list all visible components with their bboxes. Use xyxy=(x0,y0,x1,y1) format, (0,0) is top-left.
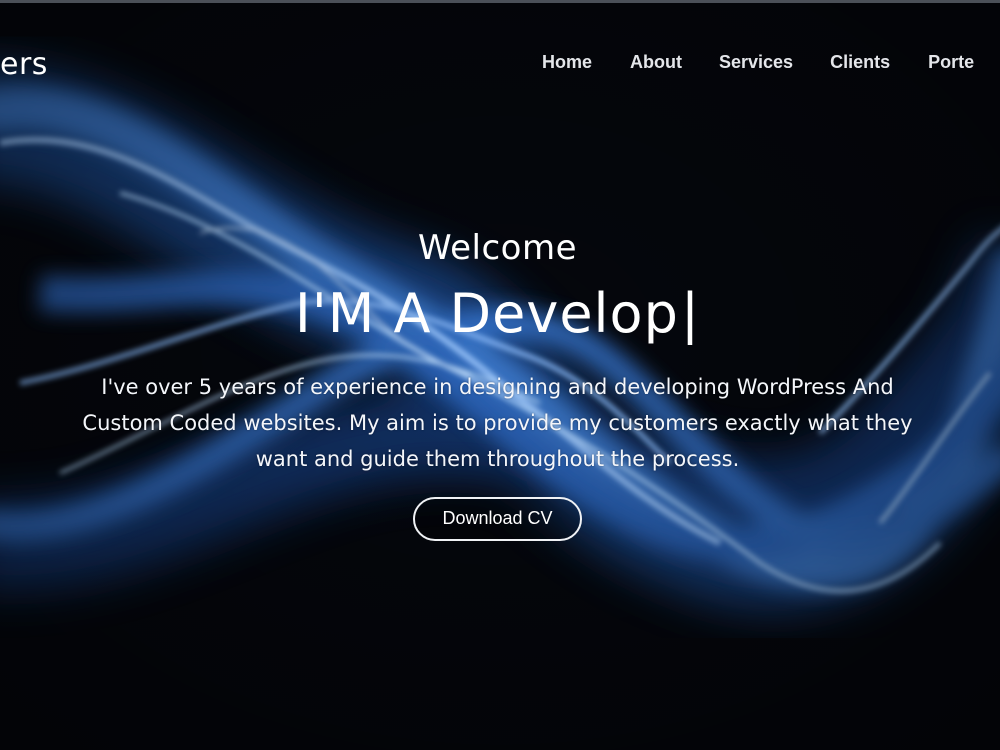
site-logo-text[interactable]: ers xyxy=(0,47,48,82)
browser-window: ers Home About Services Clients Porte We… xyxy=(0,0,1000,750)
hero-headline: I'M A Develop| xyxy=(0,277,995,351)
hero-greeting: Welcome xyxy=(417,228,578,268)
hero-headline-text: I'M A Develop xyxy=(294,282,679,345)
nav-home[interactable]: Home xyxy=(542,52,592,73)
nav-portfolio[interactable]: Porte xyxy=(928,52,974,73)
nav-clients[interactable]: Clients xyxy=(830,52,890,73)
hero-section: Welcome I'M A Develop| I've over 5 years… xyxy=(0,227,995,541)
nav-about[interactable]: About xyxy=(630,52,682,73)
main-navigation: Home About Services Clients Porte xyxy=(542,52,974,73)
download-cv-button[interactable]: Download CV xyxy=(413,497,582,541)
typing-cursor: | xyxy=(680,282,701,345)
hero-intro-text: I've over 5 years of experience in desig… xyxy=(82,375,913,471)
nav-services[interactable]: Services xyxy=(719,52,793,73)
